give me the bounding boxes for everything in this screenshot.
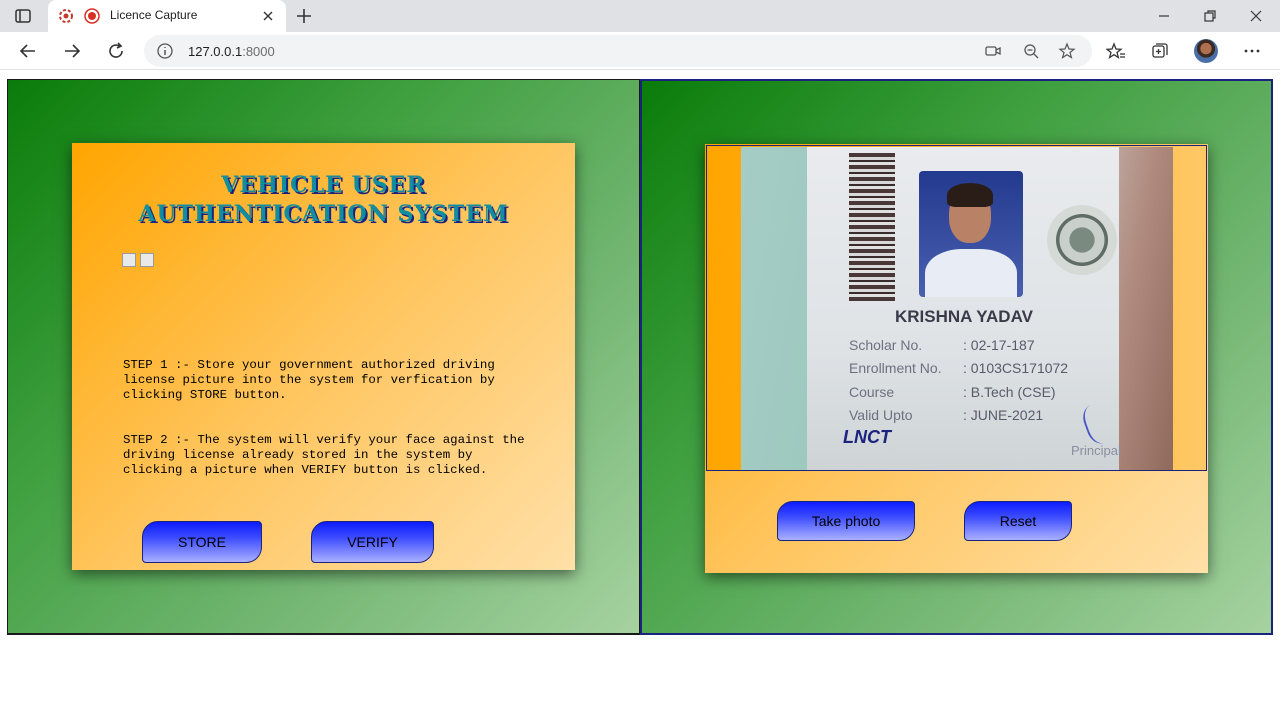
id-row-value: : 0103CS171072 <box>963 360 1069 376</box>
url-port: :8000 <box>242 44 275 59</box>
take-photo-button[interactable]: Take photo <box>777 501 915 541</box>
site-info-icon[interactable] <box>156 42 174 60</box>
restore-icon[interactable] <box>1200 6 1220 26</box>
page-title: VEHICLE USER AUTHENTICATION SYSTEM <box>138 172 509 227</box>
id-card-portrait <box>919 171 1023 297</box>
url-host: 127.0.0.1 <box>188 44 243 59</box>
camera-panel: KRISHNA YADAV Scholar No. : 02-17-187 Enr… <box>640 79 1273 635</box>
captured-photo: KRISHNA YADAV Scholar No. : 02-17-187 Enr… <box>741 147 1173 470</box>
id-row-label: Course <box>849 384 895 400</box>
new-tab-icon[interactable] <box>294 6 314 26</box>
barcode <box>849 153 895 301</box>
id-row-label: Scholar No. <box>849 337 923 353</box>
id-card-image: KRISHNA YADAV Scholar No. : 02-17-187 Enr… <box>807 147 1121 470</box>
gear-favicon-icon <box>59 9 73 23</box>
forward-arrow-icon[interactable] <box>62 41 82 61</box>
address-bar[interactable]: 127.0.0.1:8000 <box>144 35 1092 67</box>
id-card-row: Valid Upto : JUNE-2021 <box>849 407 1043 423</box>
id-card-name: KRISHNA YADAV <box>895 307 1033 326</box>
lnct-logo: LNCT <box>843 427 891 447</box>
instructions-panel: VEHICLE USER AUTHENTICATION SYSTEM STEP … <box>7 79 640 635</box>
recording-icon <box>84 8 100 24</box>
camera-card: KRISHNA YADAV Scholar No. : 02-17-187 Enr… <box>705 144 1208 573</box>
reset-button[interactable]: Reset <box>964 501 1072 541</box>
favorites-icon[interactable] <box>1106 41 1126 61</box>
id-row-value: : B.Tech (CSE) <box>963 384 1056 400</box>
refresh-icon[interactable] <box>106 41 126 61</box>
url-text: 127.0.0.1:8000 <box>188 44 275 59</box>
step-2-text: STEP 2 :- The system will verify your fa… <box>123 433 525 477</box>
broken-image-icon <box>140 253 154 267</box>
instructions-card: VEHICLE USER AUTHENTICATION SYSTEM STEP … <box>72 143 575 570</box>
id-row-value: : 02-17-187 <box>963 337 1035 353</box>
camera-in-use-icon[interactable] <box>984 42 1002 60</box>
id-row-label: Valid Upto <box>849 407 913 423</box>
back-arrow-icon[interactable] <box>18 41 38 61</box>
zoom-out-icon[interactable] <box>1022 42 1040 60</box>
id-card-row: Course : B.Tech (CSE) <box>849 384 1056 400</box>
id-card-row: Scholar No. : 02-17-187 <box>849 337 1035 353</box>
browser-tab-bar: Licence Capture <box>0 0 1280 32</box>
broken-image-icon <box>122 253 136 267</box>
more-menu-icon[interactable] <box>1242 41 1262 61</box>
principal-caption: Principal <box>1071 443 1121 458</box>
close-window-icon[interactable] <box>1246 6 1266 26</box>
id-card-seal <box>1047 205 1117 275</box>
step-1-text: STEP 1 :- Store your government authoriz… <box>123 358 495 402</box>
close-tab-icon[interactable] <box>260 8 276 24</box>
browser-toolbar: 127.0.0.1:8000 <box>0 32 1280 70</box>
verify-button[interactable]: VERIFY <box>311 521 434 563</box>
minimize-icon[interactable] <box>1154 6 1174 26</box>
id-row-label: Enrollment No. <box>849 360 942 376</box>
profile-avatar[interactable] <box>1194 39 1218 63</box>
signature <box>1079 399 1121 447</box>
camera-preview: KRISHNA YADAV Scholar No. : 02-17-187 Enr… <box>706 145 1207 471</box>
collections-icon[interactable] <box>1150 41 1170 61</box>
tab-title: Licence Capture <box>110 8 198 22</box>
id-card-row: Enrollment No. : 0103CS171072 <box>849 360 1068 376</box>
add-favorite-icon[interactable] <box>1058 42 1076 60</box>
id-row-value: : JUNE-2021 <box>963 407 1044 423</box>
browser-tab[interactable]: Licence Capture <box>48 0 286 32</box>
store-button[interactable]: STORE <box>142 521 262 563</box>
tab-actions-icon[interactable] <box>12 6 34 26</box>
